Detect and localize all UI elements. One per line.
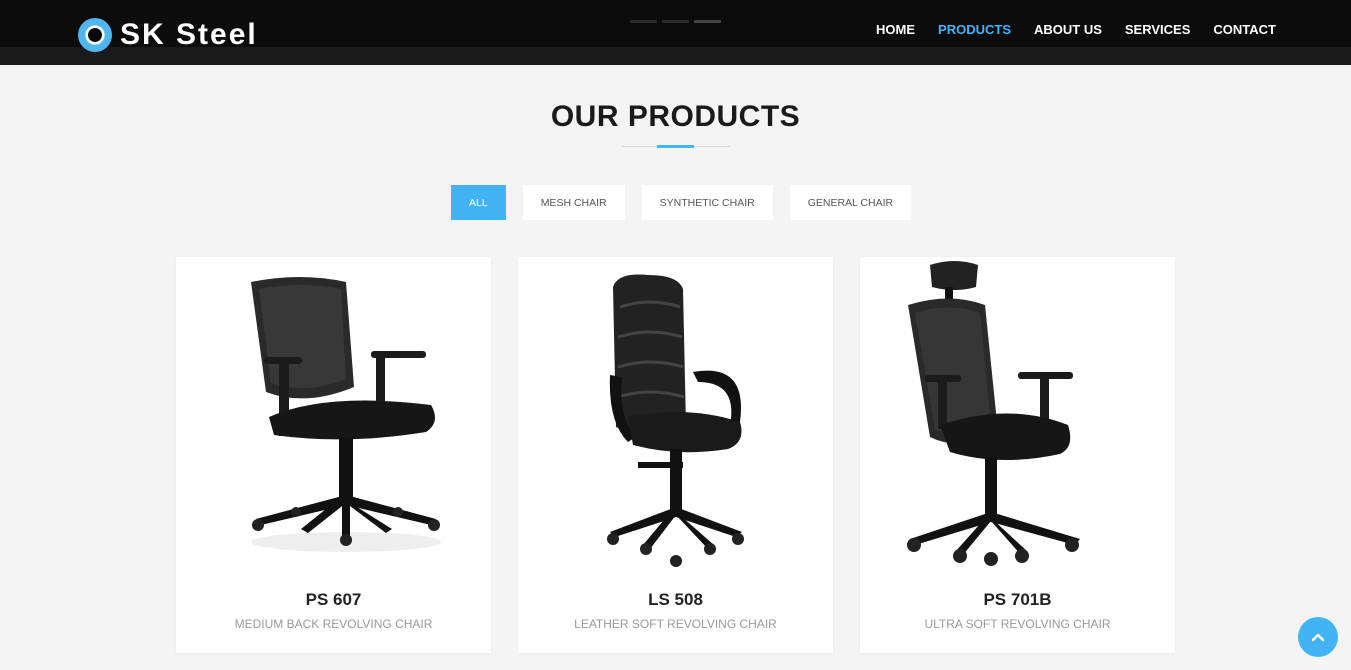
product-name[interactable]: LS 508 (518, 590, 833, 610)
slider-dot[interactable] (694, 20, 721, 23)
filter-general-chair[interactable]: GENERAL CHAIR (789, 185, 912, 220)
back-to-top-button[interactable] (1298, 617, 1338, 657)
product-image-leather-high-back-chair[interactable] (518, 257, 833, 577)
product-name[interactable]: PS 607 (176, 590, 491, 610)
chevron-up-icon (1311, 633, 1325, 642)
slider-indicators (630, 20, 721, 23)
nav-contact[interactable]: CONTACT (1213, 22, 1276, 37)
product-description: ULTRA SOFT REVOLVING CHAIR (924, 617, 1111, 631)
main-nav: HOME PRODUCTS ABOUT US SERVICES CONTACT (876, 22, 1276, 37)
product-description: LEATHER SOFT REVOLVING CHAIR (574, 617, 777, 631)
nav-home[interactable]: HOME (876, 22, 915, 37)
slider-dot[interactable] (662, 20, 689, 23)
product-name[interactable]: PS 701B (860, 590, 1175, 610)
product-description: MEDIUM BACK REVOLVING CHAIR (234, 617, 433, 631)
product-filters: ALL MESH CHAIR SYNTHETIC CHAIR GENERAL C… (451, 185, 912, 220)
filter-synthetic-chair[interactable]: SYNTHETIC CHAIR (641, 185, 773, 220)
section-title: OUR PRODUCTS (550, 100, 801, 133)
filter-all[interactable]: ALL (451, 185, 506, 220)
logo-eye-icon (78, 18, 112, 52)
product-card[interactable]: PS 607 MEDIUM BACK REVOLVING CHAIR (176, 257, 491, 653)
nav-about-us[interactable]: ABOUT US (1034, 22, 1102, 37)
product-card[interactable]: LS 508 LEATHER SOFT REVOLVING CHAIR (518, 257, 833, 653)
logo-text: SK Steel (120, 18, 258, 51)
nav-products[interactable]: PRODUCTS (938, 22, 1011, 37)
filter-mesh-chair[interactable]: MESH CHAIR (522, 185, 625, 220)
title-accent-bar (657, 145, 694, 148)
product-card[interactable]: PS 701B ULTRA SOFT REVOLVING CHAIR (860, 257, 1175, 653)
slider-dot[interactable] (630, 20, 657, 23)
product-image-mesh-headrest-chair[interactable] (860, 257, 1175, 577)
product-image-mesh-mid-back-chair[interactable] (176, 257, 491, 577)
site-header: SK Steel HOME PRODUCTS ABOUT US SERVICES… (0, 0, 1351, 65)
logo-link[interactable]: SK Steel (78, 18, 258, 52)
nav-services[interactable]: SERVICES (1125, 22, 1191, 37)
